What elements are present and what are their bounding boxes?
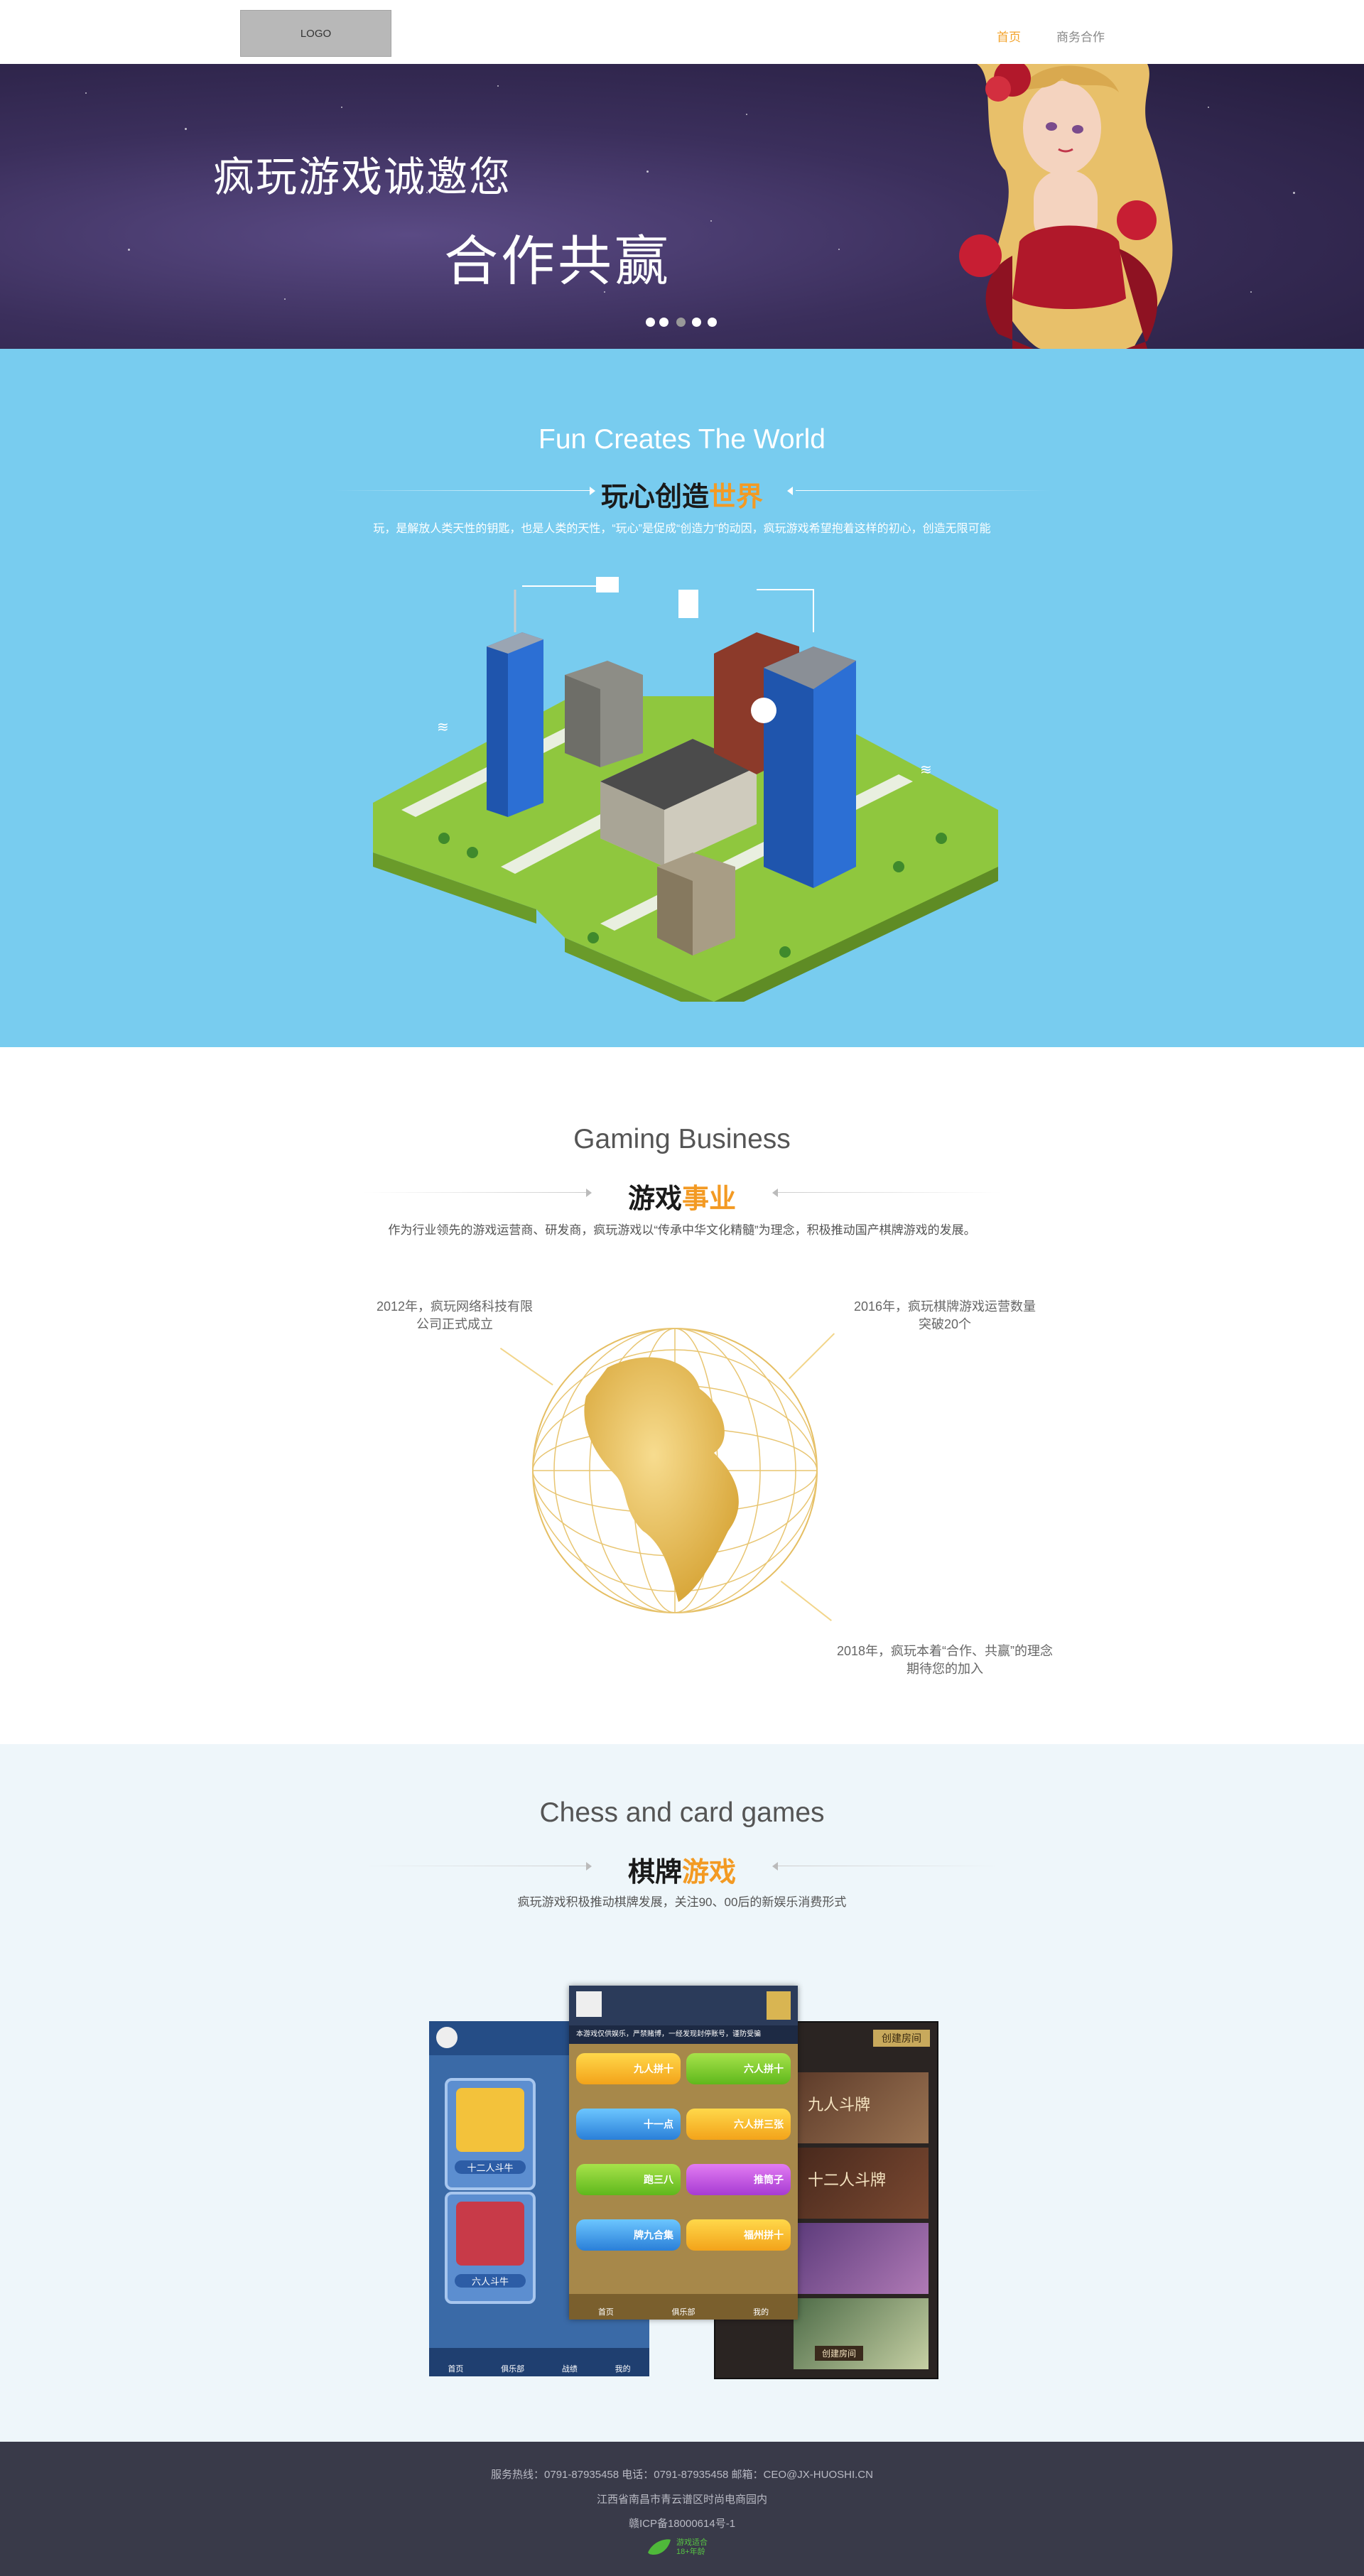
business-title-en: Gaming Business — [573, 1124, 791, 1154]
carousel-dot-3[interactable] — [676, 318, 686, 327]
game-button-2[interactable]: 六人拼十 — [686, 2053, 791, 2084]
logo[interactable]: LOGO — [240, 10, 391, 57]
footer-contact: 服务热线：0791-87935458 电话：0791-87935458 邮箱：C… — [491, 2469, 873, 2481]
tab-home[interactable]: 首页 — [448, 2363, 463, 2374]
milestone-2018: 2018年，疯玩本着“合作、共赢”的理念 期待您的加入 — [836, 1644, 1054, 1676]
isometric-city-illustration: ≋ ≋ — [373, 577, 998, 1002]
avatar — [576, 1991, 602, 2017]
settings-icon[interactable] — [767, 1991, 791, 2020]
carousel-dot-4[interactable] — [692, 318, 701, 327]
tab-record[interactable]: 战绩 — [562, 2363, 578, 2374]
game-button-6[interactable]: 推筒子 — [686, 2164, 791, 2195]
tab-club[interactable]: 俱乐部 — [671, 2306, 695, 2317]
room-panel-3[interactable] — [794, 2223, 929, 2294]
hero-character-illustration — [959, 64, 1173, 349]
game-button-1[interactable]: 九人拼十 — [576, 2053, 681, 2084]
chess-description: 疯玩游戏积极推动棋牌发展，关注90、00后的新娱乐消费形式 — [517, 1895, 847, 1909]
milestone-2012: 2012年，疯玩网络科技有限 公司正式成立 — [376, 1299, 534, 1331]
chess-title-zh: 棋牌游戏 — [627, 1858, 737, 1888]
tab-mine[interactable]: 我的 — [753, 2306, 769, 2317]
avatar — [436, 2027, 458, 2048]
age-rating-badge: 游戏适合 18+年龄 — [646, 2533, 718, 2562]
game-card-6-niu[interactable]: 六人斗牛 — [445, 2192, 536, 2304]
world-description: 玩，是解放人类天性的钥匙，也是人类的天性，“玩心”是促成“创造力”的动因，疯玩游… — [373, 523, 991, 535]
carousel-dot-2[interactable] — [659, 318, 669, 327]
world-title-en: Fun Creates The World — [538, 424, 826, 455]
game-button-4[interactable]: 六人拼三张 — [686, 2109, 791, 2140]
tab-mine[interactable]: 我的 — [615, 2363, 631, 2374]
svg-text:≋: ≋ — [920, 762, 932, 778]
svg-text:≋: ≋ — [437, 720, 449, 735]
site-header: LOGO 首页 商务合作 — [0, 0, 1364, 65]
room-panel-4[interactable]: 创建房间 — [794, 2298, 929, 2369]
carousel-dot-5[interactable] — [708, 318, 717, 327]
tab-home[interactable]: 首页 — [598, 2306, 614, 2317]
center-game-screen: 本游戏仅供娱乐，严禁赌博，一经发现封停账号，谨防受骗 九人拼十 六人拼十 十一点… — [569, 1986, 798, 2320]
milestone-2016: 2016年，疯玩棋牌游戏运营数量 突破20个 — [853, 1299, 1036, 1331]
nav-home[interactable]: 首页 — [997, 27, 1021, 45]
chess-title-en: Chess and card games — [539, 1797, 825, 1828]
notice-bar: 本游戏仅供娱乐，严禁赌博，一经发现封停账号，谨防受骗 — [569, 2025, 798, 2044]
game-button-7[interactable]: 牌九合集 — [576, 2219, 681, 2251]
bottom-tab-bar: 首页 俱乐部 我的 — [569, 2294, 798, 2320]
world-title-zh: 玩心创造世界 — [600, 482, 764, 512]
nav-business-cooperation[interactable]: 商务合作 — [1056, 27, 1105, 45]
footer-icp: 赣ICP备18000614号-1 — [628, 2518, 736, 2530]
business-title-zh: 游戏事业 — [627, 1184, 737, 1214]
game-grid: 九人拼十 六人拼十 十一点 六人拼三张 跑三八 推筒子 牌九合集 福州拼十 — [576, 2053, 791, 2251]
footer-address: 江西省南昌市青云谱区时尚电商园内 — [596, 2494, 767, 2506]
room-panel-12[interactable]: 十二人斗牌 — [794, 2148, 929, 2219]
game-button-5[interactable]: 跑三八 — [576, 2164, 681, 2195]
bottom-tab-bar: 首页 俱乐部 战绩 我的 — [429, 2348, 649, 2376]
create-room-header[interactable]: 创建房间 — [873, 2030, 930, 2047]
banner-subheadline: 合作共赢 — [444, 232, 671, 292]
game-button-8[interactable]: 福州拼十 — [686, 2219, 791, 2251]
golden-globe-illustration — [532, 1328, 818, 1613]
game-button-3[interactable]: 十一点 — [576, 2109, 681, 2140]
carousel-dot-1[interactable] — [646, 318, 655, 327]
game-card-12-niu[interactable]: 十二人斗牛 — [445, 2078, 536, 2190]
business-description: 作为行业领先的游戏运营商、研发商，疯玩游戏以“传承中华文化精髓”为理念，积极推动… — [388, 1223, 976, 1237]
top-status-bar — [569, 1986, 798, 2025]
tab-club[interactable]: 俱乐部 — [501, 2363, 524, 2374]
room-panel-9[interactable]: 九人斗牌 — [794, 2072, 929, 2143]
banner-headline: 疯玩游戏诚邀您 — [213, 154, 512, 200]
leaf-icon — [648, 2539, 671, 2555]
